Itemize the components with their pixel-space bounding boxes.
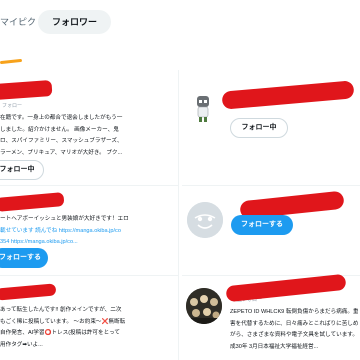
following-button[interactable]: フォロー中 bbox=[230, 118, 288, 138]
user-bio: ートヘアボーイッシュと男装娘が大好きです！エロ 載せています 読んでね http… bbox=[0, 214, 176, 249]
bio-line: がら、さまざまな資料や電子文具を試しています。 bbox=[230, 332, 358, 339]
redacted-name bbox=[221, 80, 355, 110]
row-divider bbox=[0, 185, 178, 186]
bio-line: 載せています 読んでね https://manga.okiba.jp/co bbox=[0, 227, 121, 234]
avatar bbox=[189, 92, 217, 126]
row-divider bbox=[0, 275, 178, 276]
bio-line: ZEPETO ID WHLCK9 転倒負傷からまだら病痛。重度 bbox=[230, 309, 358, 315]
bio-line: ートヘアボーイッシュと男装娘が大好きです！エロ bbox=[0, 216, 129, 222]
bio-line: あって転生したんです!! 創作メインですが、二次 bbox=[0, 307, 122, 313]
redacted-name bbox=[0, 79, 53, 101]
bio-line: 用作タグ➡いよ... bbox=[0, 341, 43, 348]
bio-line: 自作発言、AI学習⭕トレス(投稿は許可をとって bbox=[0, 330, 120, 337]
follow-button[interactable]: フォローする bbox=[0, 248, 48, 268]
redacted-name bbox=[0, 192, 65, 212]
row-divider bbox=[182, 185, 360, 186]
tab-followers[interactable]: フォロワー bbox=[38, 10, 112, 34]
user-bio: ZEPETO ID WHLCK9 転倒負傷からまだら病痛。重度 害を代替するため… bbox=[230, 307, 358, 353]
follow-badge: フォロー bbox=[2, 103, 23, 109]
bio-line: ラーメン、プリキュア、マリオが大好き。 プク... bbox=[0, 149, 123, 156]
bio-line: 害を代替するために、日々痛みとこればりに苦しめ bbox=[230, 320, 358, 327]
avatar bbox=[186, 288, 222, 324]
redacted-name bbox=[0, 283, 57, 301]
bio-line: ロ、スパイファミリー、スマッシュブラザーズ、 bbox=[0, 138, 123, 145]
bio-line: 在籍です。一身上の都合で退会しましたがもう一 bbox=[0, 115, 123, 121]
tab-bar: マイピク フォロワー bbox=[0, 0, 360, 44]
redacted-name bbox=[225, 273, 347, 303]
bio-line: もごく稀に投稿しています。 〜お約束〜❌無断転 bbox=[0, 318, 126, 325]
user-bio: あって転生したんです!! 創作メインですが、二次 もごく稀に投稿しています。 〜… bbox=[0, 305, 176, 351]
following-button[interactable]: フォロー中 bbox=[0, 160, 44, 180]
avatar-placeholder bbox=[187, 202, 223, 238]
bio-line: しました。紹介かけません。 画像メーカー、鬼 bbox=[0, 126, 119, 133]
tab-mypixiv[interactable]: マイピク bbox=[0, 10, 36, 34]
follow-button[interactable]: フォローする bbox=[231, 215, 293, 235]
column-divider bbox=[178, 70, 179, 360]
bio-line: 成30年 3月日本福祉大学福祉経営... bbox=[230, 343, 319, 350]
user-bio: 在籍です。一身上の都合で退会しましたがもう一 しました。紹介かけません。 画像メ… bbox=[0, 113, 176, 159]
accent-line bbox=[0, 58, 23, 65]
